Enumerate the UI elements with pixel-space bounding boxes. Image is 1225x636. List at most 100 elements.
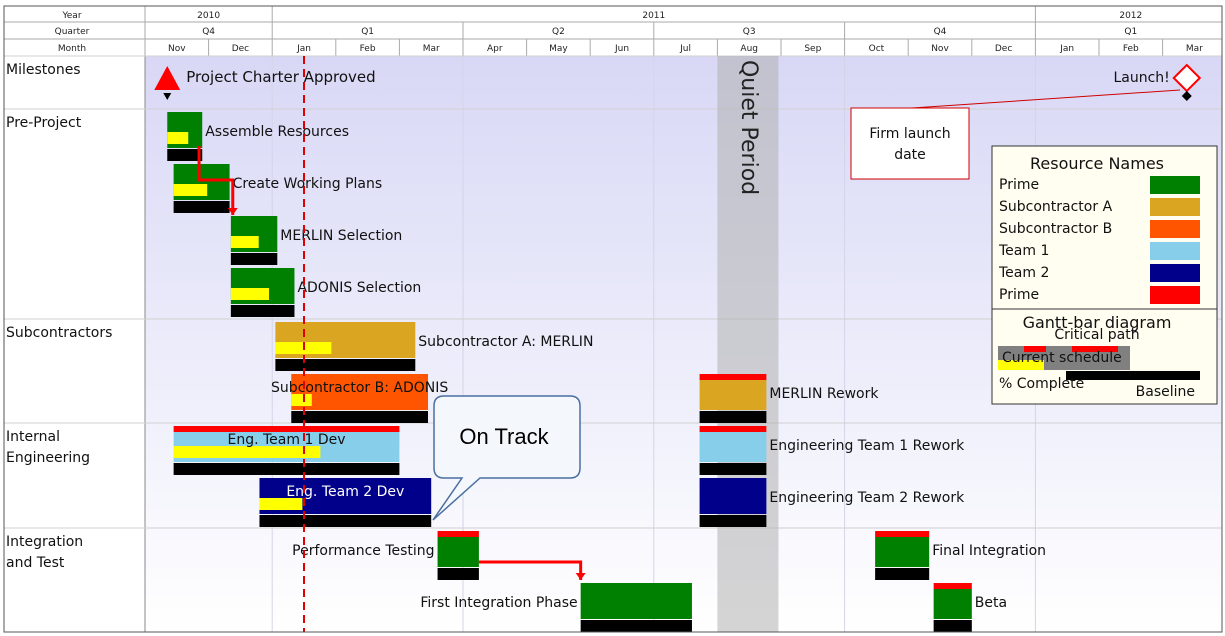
baseline-bar [875,568,930,580]
header-row-label: Quarter [55,27,90,37]
legend-item-label: Prime [999,177,1039,193]
legend-item-label: Subcontractor B [999,221,1112,237]
task-bar [699,432,767,462]
month-label: Feb [360,44,376,54]
baseline-bar [173,201,230,213]
year-label: 2011 [642,11,665,21]
month-label: Jan [1059,44,1074,54]
critical-path-mark [875,531,930,537]
task-label: Assemble Resources [205,124,349,140]
legend-swatch [1150,264,1200,282]
header-row-label: Year [61,11,81,21]
task-bar [699,478,767,514]
quiet-period-label: Quiet Period [736,60,761,195]
legend-bar-label: Baseline [1136,384,1195,400]
row-label: and Test [6,555,65,571]
row-label: Internal [6,429,60,445]
critical-path-mark [699,426,767,432]
milestone-label: Launch! [1113,70,1169,86]
quarter-label: Q3 [743,27,756,37]
timescale-header [3,5,1223,57]
baseline-bar [173,463,400,475]
critical-path-mark [437,531,479,537]
month-label: Dec [995,44,1012,54]
legend-swatch [1150,242,1200,260]
row-label: Subcontractors [6,325,112,341]
note-box [850,107,970,180]
task-bar [933,589,972,619]
task-bar [437,537,479,567]
legend-bar-label: Critical path [1054,327,1139,343]
baseline-bar [699,463,767,475]
year-label: 2010 [197,11,220,21]
legend-bar-label: % Complete [999,376,1084,392]
percent-complete-bar [230,288,270,300]
quarter-label: Q4 [202,27,215,37]
task-label: Beta [975,595,1007,611]
legend-swatch [1150,176,1200,194]
baseline-bar [291,411,429,423]
month-label: Sep [804,44,821,54]
month-label: Apr [487,44,503,54]
legend-swatch [1150,198,1200,216]
task-label: Subcontractor A: MERLIN [418,334,593,350]
month-label: Aug [740,44,758,54]
baseline-bar [933,620,972,632]
legend-swatch [1150,220,1200,238]
task-label: Engineering Team 2 Rework [769,490,965,506]
baseline-bar [167,149,203,161]
percent-complete-bar [167,132,189,144]
task-bar [580,583,692,619]
task-label: Eng. Team 1 Dev [228,432,346,448]
legend-title: Resource Names [1030,154,1164,173]
legend-item-label: Team 2 [998,265,1049,281]
task-label: Engineering Team 1 Rework [769,438,965,454]
percent-complete-bar [230,236,259,248]
baseline-bar [437,568,479,580]
critical-path-mark [933,583,972,589]
task-label: Final Integration [932,543,1046,559]
baseline-bar [230,253,278,265]
month-label: Jan [296,44,311,54]
milestone-label: Project Charter Approved [186,68,375,86]
task-bar [875,537,930,567]
percent-complete-bar [173,184,208,196]
task-label: ADONIS Selection [297,280,421,296]
task-label: MERLIN Selection [280,228,402,244]
legend-item-label: Subcontractor A [999,199,1113,215]
row-label: Engineering [6,450,90,466]
task-label: First Integration Phase [420,595,577,611]
task-label: Performance Testing [292,543,434,559]
legend-item-label: Prime [999,287,1039,303]
task-label: Create Working Plans [233,176,383,192]
task-label: MERLIN Rework [769,386,879,402]
baseline-bar [275,359,416,371]
task-label: Subcontractor B: ADONIS [271,380,448,396]
row-label: Pre-Project [6,115,82,131]
month-label: Jun [614,44,629,54]
row-label: Milestones [6,62,81,78]
gantt-chart: Year Quarter Month 2010 2011 2012 Q4 Q1 Q2 Q3 Q4 Q1… [3,5,1223,633]
baseline-bar [230,305,295,317]
quarter-label: Q2 [552,27,565,37]
quarter-label: Q1 [1124,27,1137,37]
year-label: 2012 [1119,11,1142,21]
task-bar [699,380,767,410]
legend-bar-label: Current schedule [1002,350,1122,366]
baseline-bar [699,411,767,423]
note-text: date [894,147,926,163]
critical-path-mark [699,374,767,380]
month-label: Mar [1186,44,1203,54]
baseline-bar [580,620,692,632]
month-label: Feb [1123,44,1139,54]
month-label: Nov [168,44,186,54]
month-label: Oct [869,44,885,54]
month-label: Mar [423,44,440,54]
baseline-bar [699,515,767,527]
month-label: May [549,44,568,54]
callout-text: On Track [459,424,549,449]
quarter-label: Q1 [361,27,374,37]
month-label: Nov [931,44,949,54]
baseline-bar [259,515,432,527]
legend-swatch [1150,286,1200,304]
